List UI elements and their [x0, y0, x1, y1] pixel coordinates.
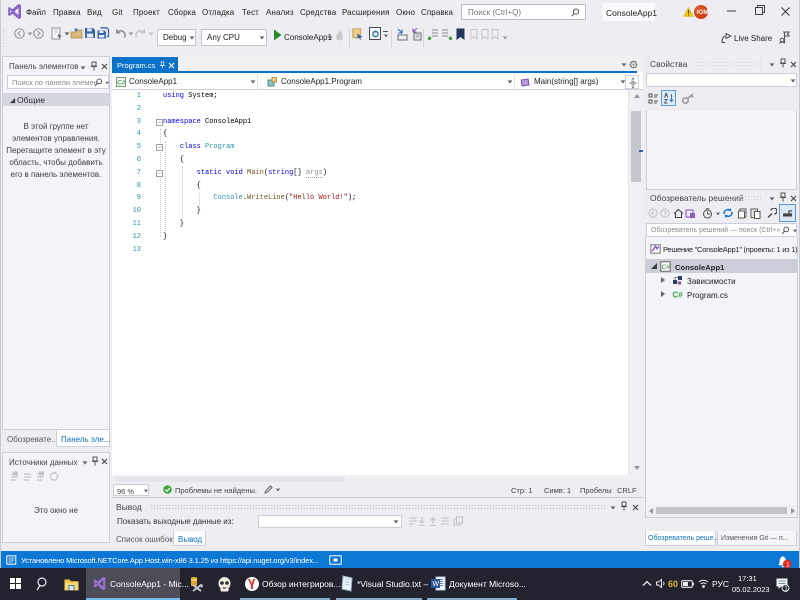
svg-text:W: W — [433, 581, 440, 588]
svg-text:1: 1 — [784, 585, 788, 592]
svg-text:Z: Z — [664, 100, 668, 105]
svg-text:C#: C# — [662, 264, 671, 271]
svg-text:C#: C# — [673, 291, 684, 300]
svg-text:C#: C# — [117, 80, 126, 87]
